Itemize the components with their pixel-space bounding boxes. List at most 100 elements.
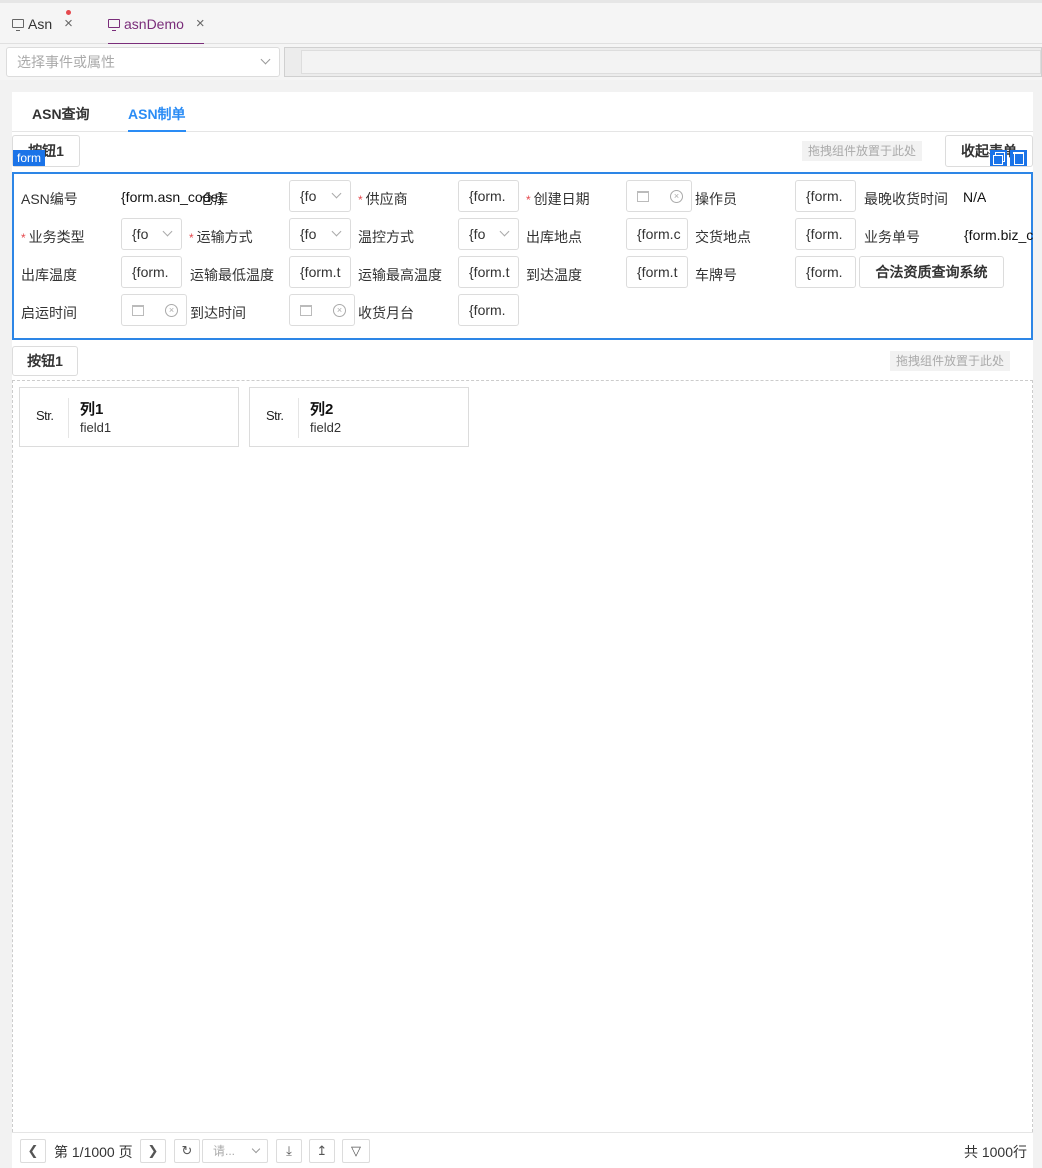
transport-select[interactable]: {fo (289, 218, 351, 250)
chevron-down-icon (260, 54, 271, 65)
chevron-down-icon (499, 226, 510, 237)
string-type-icon: Str. (36, 408, 54, 423)
column-field: field1 (80, 420, 112, 435)
page-size-select[interactable]: 请... (202, 1139, 268, 1163)
plate-value: {form. (806, 264, 843, 280)
tab-bar: Asn × asnDemo × (0, 0, 1042, 45)
filter-button[interactable]: ▽ (342, 1139, 370, 1163)
operator-input[interactable]: {form. (795, 180, 856, 212)
min-temp-input[interactable]: {form.t (289, 256, 351, 288)
upload-button[interactable]: ↥ (309, 1139, 335, 1163)
max-temp-input[interactable]: {form.t (458, 256, 519, 288)
event-editor-input[interactable] (301, 50, 1041, 74)
depart-time-label: 启运时间 (21, 305, 77, 321)
tab-asn-create[interactable]: ASN制单 (128, 104, 186, 132)
tab-asn-create-label: ASN制单 (128, 106, 186, 122)
biz-type-select[interactable]: {fo (121, 218, 182, 250)
button-1-secondary[interactable]: 按钮1 (12, 346, 78, 376)
tab-asndemo-label: asnDemo (124, 15, 184, 32)
main-panel: ASN查询 ASN制单 按钮1 拖拽组件放置于此处 收起表单 form ASN编… (12, 92, 1033, 1168)
transport-label: * 运输方式 (189, 229, 253, 245)
export-button[interactable]: ⤓ (276, 1139, 302, 1163)
create-date-picker[interactable]: × (626, 180, 692, 212)
column-card[interactable]: Str. 列1 field1 (19, 387, 239, 447)
dock-value: {form. (469, 302, 506, 318)
tab-asn-label: Asn (28, 15, 53, 32)
qualify-query-button[interactable]: 合法资质查询系统 (859, 256, 1004, 288)
close-icon[interactable]: × (64, 15, 73, 32)
active-tab-indicator (128, 130, 186, 132)
unsaved-dot-icon (66, 10, 71, 15)
biz-type-label: * 业务类型 (21, 229, 85, 245)
page-size-placeholder: 请... (213, 1144, 236, 1158)
column-field: field2 (310, 420, 342, 435)
depart-time-picker[interactable]: × (121, 294, 187, 326)
column-title: 列1 (80, 401, 104, 418)
plate-input[interactable]: {form. (795, 256, 856, 288)
next-page-button[interactable]: ❯ (140, 1139, 166, 1163)
page-indicator: 第 1/1000 页 (54, 1144, 133, 1160)
refresh-button[interactable]: ↻ (174, 1139, 200, 1163)
clear-icon[interactable]: × (165, 304, 178, 317)
warehouse-select[interactable]: {fo (289, 180, 351, 212)
out-temp-value: {form. (132, 264, 169, 280)
create-date-label: * 创建日期 (526, 191, 590, 207)
arrive-temp-value: {form.t (637, 264, 678, 280)
event-select[interactable]: 选择事件或属性 (6, 47, 280, 77)
chevron-left-icon: ❮ (27, 1143, 39, 1158)
calendar-icon (637, 191, 649, 202)
temp-ctrl-select[interactable]: {fo (458, 218, 519, 250)
copy-icon[interactable] (990, 150, 1007, 166)
delivery-place-input[interactable]: {form. (795, 218, 856, 250)
tab-asn[interactable]: Asn × (12, 3, 73, 44)
chevron-down-icon (331, 188, 342, 199)
trash-icon[interactable] (1010, 150, 1027, 166)
asn-form: ASN编号 仓库 {form.asn_code} {fo * 供应商 {form.… (12, 172, 1033, 340)
chevron-down-icon (162, 226, 173, 237)
delivery-place-value: {form. (806, 226, 843, 242)
temp-ctrl-value: {fo (469, 226, 486, 242)
delivery-place-label: 交货地点 (695, 229, 751, 245)
divider (68, 398, 69, 438)
arrive-time-label: 到达时间 (190, 305, 246, 321)
asn-code-label: ASN编号 (21, 191, 78, 207)
dock-input[interactable]: {form. (458, 294, 519, 326)
tab-asndemo[interactable]: asnDemo × (108, 3, 205, 45)
calendar-icon (132, 305, 144, 316)
prev-page-button[interactable]: ❮ (20, 1139, 46, 1163)
inner-tabs: ASN查询 ASN制单 (12, 92, 1033, 132)
filter-icon: ▽ (351, 1143, 361, 1158)
event-editor-area[interactable] (284, 47, 1042, 77)
temp-ctrl-label: 温控方式 (358, 229, 414, 245)
refresh-icon: ↻ (181, 1143, 193, 1158)
out-temp-input[interactable]: {form. (121, 256, 182, 288)
latest-receive-label: 最晚收货时间 (864, 191, 948, 207)
chevron-down-icon (331, 226, 342, 237)
divider (298, 398, 299, 438)
tab-asn-query[interactable]: ASN查询 (32, 104, 90, 124)
upload-icon: ↥ (316, 1143, 328, 1158)
monitor-icon (12, 19, 24, 31)
out-place-input[interactable]: {form.c (626, 218, 688, 250)
clear-icon[interactable]: × (333, 304, 346, 317)
arrive-temp-input[interactable]: {form.t (626, 256, 688, 288)
column-card[interactable]: Str. 列2 field2 (249, 387, 469, 447)
transport-value: {fo (300, 226, 317, 242)
form-actions (990, 150, 1027, 166)
latest-receive-value: N/A (963, 189, 987, 205)
clear-icon[interactable]: × (670, 190, 683, 203)
form-tag: form (13, 150, 45, 166)
drop-zone-hint: 拖拽组件放置于此处 (890, 351, 1011, 371)
close-icon[interactable]: × (196, 15, 205, 32)
download-icon: ⤓ (286, 1143, 292, 1158)
event-bar: 选择事件或属性 (0, 44, 1042, 80)
table-area: Str. 列1 field1 Str. 列2 field2 (12, 380, 1033, 1132)
arrive-time-picker[interactable]: × (289, 294, 355, 326)
chevron-down-icon (251, 1144, 261, 1154)
supplier-input[interactable]: {form. (458, 180, 519, 212)
biz-no-value: {form.biz_c (964, 227, 1033, 243)
max-temp-label: 运输最高温度 (358, 267, 442, 283)
total-rows: 共 1000行 (963, 1144, 1027, 1160)
max-temp-value: {form.t (469, 264, 510, 280)
operator-label: 操作员 (695, 191, 737, 207)
